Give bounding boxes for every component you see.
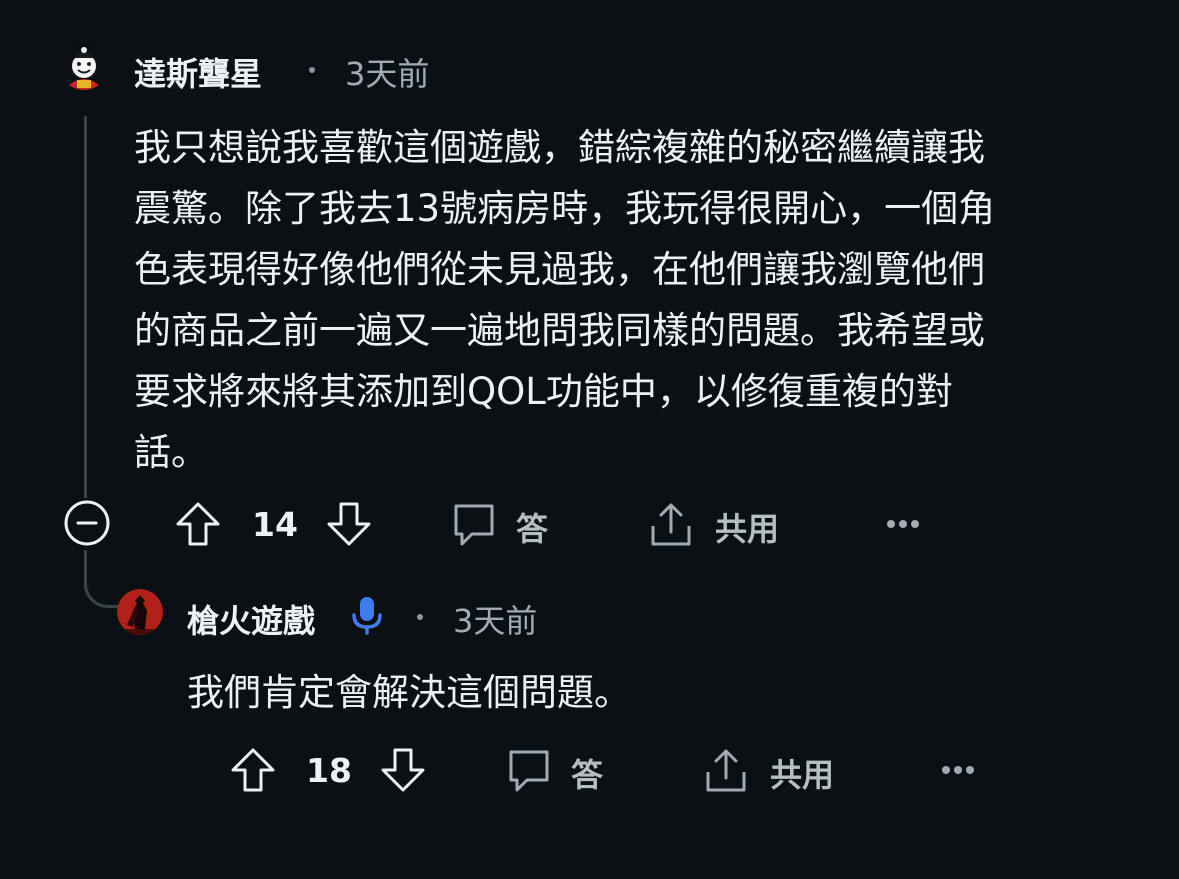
share-icon	[706, 749, 746, 792]
separator-dot	[309, 67, 315, 73]
reply-body: 我們肯定會解決這個問題。	[187, 671, 631, 714]
arrow-up-icon	[176, 502, 220, 546]
microphone-badge	[350, 593, 384, 637]
upvote-button[interactable]	[229, 746, 277, 794]
avatar[interactable]	[60, 42, 108, 90]
comment-body-line: 色表現得好像他們從未見過我，在他們讓我瀏覽他們	[134, 248, 985, 291]
comment-body-line: 要求將來將其添加到QOL功能中，以修復重複的對	[134, 370, 953, 413]
arrow-up-icon	[231, 748, 275, 792]
share-label: 共用	[770, 756, 835, 794]
minus-circle-icon	[64, 500, 110, 546]
microphone-icon	[352, 597, 382, 635]
speech-bubble-icon	[509, 750, 549, 792]
ellipsis-icon	[942, 766, 974, 774]
downvote-button[interactable]	[379, 746, 427, 794]
reply-label: 答	[571, 756, 604, 794]
thread-connector-curve	[84, 570, 118, 608]
share-label: 共用	[715, 510, 780, 548]
comment-body-line: 震驚。除了我去13號病房時，我玩得很開心，一個角	[134, 187, 996, 230]
comment-body: 我只想說我喜歡這個遊戲，錯綜複雜的秘密繼續讓我 震驚。除了我去13號病房時，我玩…	[134, 117, 995, 483]
share-button[interactable]: 共用	[647, 500, 797, 548]
vote-count: 14	[252, 505, 298, 544]
upvote-button[interactable]	[174, 500, 222, 548]
share-icon	[651, 503, 691, 546]
reply-button[interactable]: 答	[450, 500, 560, 548]
reply-avatar[interactable]	[117, 589, 163, 635]
ellipsis-icon	[887, 520, 919, 528]
share-button[interactable]: 共用	[702, 746, 852, 794]
separator-dot	[417, 614, 423, 620]
avatar-image	[60, 42, 108, 90]
vote-count: 18	[306, 751, 352, 790]
reply-avatar-image	[117, 589, 163, 635]
collapse-button[interactable]	[63, 499, 111, 547]
downvote-button[interactable]	[325, 500, 373, 548]
arrow-down-icon	[381, 748, 425, 792]
more-options-button[interactable]	[886, 512, 920, 536]
reply-timestamp: 3天前	[453, 602, 538, 640]
thread-line	[84, 116, 87, 498]
arrow-down-icon	[327, 502, 371, 546]
reply-button[interactable]: 答	[505, 746, 615, 794]
comment-username[interactable]: 達斯聾星	[134, 49, 262, 95]
comment-timestamp: 3天前	[345, 55, 430, 93]
comment-body-line: 的商品之前一遍又一遍地問我同樣的問題。我希望或	[134, 309, 985, 352]
comment-body-line: 話。	[134, 431, 208, 474]
reply-username[interactable]: 槍火遊戲	[187, 596, 315, 642]
reply-label: 答	[516, 510, 549, 548]
more-options-button[interactable]	[941, 758, 975, 782]
speech-bubble-icon	[454, 504, 494, 546]
comment-body-line: 我只想說我喜歡這個遊戲，錯綜複雜的秘密繼續讓我	[134, 126, 985, 169]
